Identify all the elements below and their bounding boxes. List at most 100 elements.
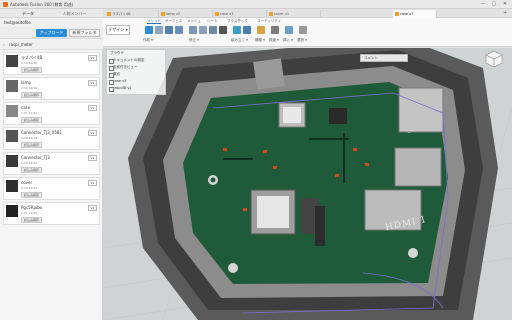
offset-plane-icon[interactable] bbox=[257, 26, 265, 34]
file-item[interactable]: cover 2:30 12/10 読込み保存 V1 bbox=[3, 177, 100, 200]
project-name[interactable]: test@autofile bbox=[4, 20, 31, 25]
sketch-icon[interactable] bbox=[155, 26, 163, 34]
mount-hole bbox=[228, 263, 238, 273]
toolbar: デザイン ▾ ソリッド サーフェス メッシュ シート プラスチック ユーティリテ… bbox=[103, 18, 512, 47]
doc-tab-active[interactable]: case v7 bbox=[393, 10, 437, 18]
doc-tab[interactable]: ラズパイ4B bbox=[105, 10, 159, 18]
fusion-app-icon bbox=[3, 2, 8, 7]
cpu-chip-top bbox=[283, 107, 301, 123]
comments-panel[interactable]: コメント bbox=[360, 54, 408, 62]
file-date: 1:21 12/10 bbox=[21, 211, 38, 215]
minimize-button[interactable]: — bbox=[478, 1, 488, 8]
revolve-icon[interactable] bbox=[175, 26, 183, 34]
browser-item[interactable]: 原点 bbox=[109, 72, 120, 78]
browser-item[interactable]: case v3 bbox=[108, 79, 126, 85]
viewcube-icon[interactable] bbox=[485, 50, 503, 68]
tab-data[interactable]: データ bbox=[8, 10, 48, 17]
ram-chip bbox=[329, 108, 347, 124]
group-construct[interactable]: 構築 ▾ bbox=[255, 38, 265, 43]
group-inspect[interactable]: 検査 ▾ bbox=[269, 38, 279, 43]
tab-members[interactable]: 人物メンバー bbox=[52, 10, 97, 17]
file-status-badge[interactable]: 読込み保存 bbox=[21, 192, 43, 198]
browser-item[interactable]: 名前付きビュー bbox=[109, 65, 138, 71]
browser-item[interactable]: ドキュメントの設定 bbox=[109, 58, 145, 64]
doc-tab[interactable]: cover v1 bbox=[267, 10, 321, 18]
file-thumbnail bbox=[6, 205, 18, 217]
mount-hole-inner bbox=[210, 177, 216, 183]
file-date: 2:30 12/10 bbox=[21, 161, 38, 165]
file-thumbnail bbox=[6, 55, 18, 67]
usb-c-port bbox=[315, 206, 325, 246]
file-status-badge[interactable]: 読込み保存 bbox=[21, 142, 43, 148]
group-insert[interactable]: 挿入 ▾ bbox=[283, 38, 293, 43]
folder-breadcrumb: ‹ raspi_meter bbox=[0, 40, 103, 50]
file-version-badge[interactable]: V1 bbox=[88, 205, 97, 211]
tab-solid[interactable]: ソリッド bbox=[147, 18, 161, 24]
tab-utility[interactable]: ユーティリティ bbox=[257, 18, 281, 24]
folder-name: raspi_meter bbox=[9, 42, 33, 47]
group-modify[interactable]: 修正 ▾ bbox=[189, 38, 199, 43]
file-version-badge[interactable]: V1 bbox=[88, 55, 97, 61]
file-date: 2:30 12/10 bbox=[21, 136, 38, 140]
file-name: cover bbox=[21, 180, 33, 185]
press-pull-icon[interactable] bbox=[189, 26, 197, 34]
data-panel-actions: アップロード 新規フォルダ bbox=[0, 27, 103, 39]
file-version-badge[interactable]: V1 bbox=[88, 80, 97, 86]
file-version-badge[interactable]: V1 bbox=[88, 130, 97, 136]
file-thumbnail bbox=[6, 130, 18, 142]
file-status-badge[interactable]: 読込み保存 bbox=[21, 117, 43, 123]
file-status-badge[interactable]: 読込み保存 bbox=[21, 217, 43, 223]
add-tab-icon[interactable]: + bbox=[503, 10, 507, 16]
group-select[interactable]: 選択 ▾ bbox=[297, 38, 307, 43]
file-status-badge[interactable]: 読込み保存 bbox=[21, 92, 43, 98]
file-status-badge[interactable]: 読込み保存 bbox=[21, 67, 43, 73]
data-panel-tabs: データ 人物メンバー bbox=[0, 9, 103, 18]
extrude-icon[interactable] bbox=[165, 26, 173, 34]
title-bar: Autodesk Fusion 360 (教育 用途) — ▢ ✕ bbox=[0, 0, 512, 9]
browser-title: ブラウザ bbox=[110, 51, 124, 55]
tab-surface[interactable]: サーフェス bbox=[165, 18, 182, 24]
select-icon[interactable] bbox=[299, 26, 307, 34]
upload-button[interactable]: アップロード bbox=[36, 29, 67, 37]
workspace-selector[interactable]: デザイン ▾ bbox=[106, 25, 130, 35]
browser-item[interactable]: raspi4B v1 bbox=[109, 86, 132, 92]
file-item[interactable]: Connector_TJ3_0581 2:30 12/10 読込み保存 V1 bbox=[3, 127, 100, 150]
file-status-badge[interactable]: 読込み保存 bbox=[21, 167, 43, 173]
insert-icon[interactable] bbox=[285, 26, 293, 34]
file-item[interactable]: Pgc5Rpibo 1:21 12/10 読込み保存 V1 bbox=[3, 202, 100, 225]
file-thumbnail bbox=[6, 80, 18, 92]
file-name: Pgc5Rpibo bbox=[21, 205, 43, 210]
maximize-button[interactable]: ▢ bbox=[489, 1, 499, 8]
as-built-joint-icon[interactable] bbox=[243, 26, 251, 34]
back-arrow-icon[interactable]: ‹ bbox=[3, 42, 5, 47]
file-date: 2:30 12/10 bbox=[21, 186, 38, 190]
file-version-badge[interactable]: V1 bbox=[88, 105, 97, 111]
fillet-icon[interactable] bbox=[199, 26, 207, 34]
group-assemble[interactable]: 組み立て ▾ bbox=[231, 38, 248, 43]
file-item[interactable]: case 1:21 12/10 読込み保存 V1 bbox=[3, 102, 100, 125]
tab-plastic[interactable]: プラスチック bbox=[227, 18, 248, 24]
raspberry-logo-block bbox=[253, 58, 285, 90]
group-create[interactable]: 作成 ▾ bbox=[143, 38, 153, 43]
file-item[interactable]: lamp 2:31 12/16 読込み保存 V1 bbox=[3, 77, 100, 100]
file-item[interactable]: Connector_TJ3 2:30 12/10 読込み保存 V1 bbox=[3, 152, 100, 175]
tab-mesh[interactable]: メッシュ bbox=[187, 18, 201, 24]
file-version-badge[interactable]: V1 bbox=[88, 155, 97, 161]
joint-icon[interactable] bbox=[233, 26, 241, 34]
file-name: Connector_TJ3 bbox=[21, 155, 50, 160]
new-component-icon[interactable] bbox=[145, 26, 153, 34]
doc-tab[interactable]: case v3 bbox=[213, 10, 267, 18]
close-button[interactable]: ✕ bbox=[500, 1, 510, 8]
file-version-badge[interactable]: V1 bbox=[88, 180, 97, 186]
file-item[interactable]: ラズパイ4B 2:30 12/15 読込み保存 V1 bbox=[3, 52, 100, 75]
tab-sheet[interactable]: シート bbox=[207, 18, 218, 24]
measure-icon[interactable] bbox=[271, 26, 279, 34]
doc-tab[interactable]: lamp v2 bbox=[159, 10, 213, 18]
project-header: test@autofile bbox=[0, 18, 103, 27]
move-icon[interactable] bbox=[219, 26, 227, 34]
file-name: lamp bbox=[21, 80, 31, 85]
file-name: Connector_TJ3_0581 bbox=[21, 130, 62, 135]
shell-icon[interactable] bbox=[209, 26, 217, 34]
data-panel: データ 人物メンバー test@autofile アップロード 新規フォルダ ‹… bbox=[0, 9, 103, 320]
new-folder-button[interactable]: 新規フォルダ bbox=[69, 29, 100, 37]
